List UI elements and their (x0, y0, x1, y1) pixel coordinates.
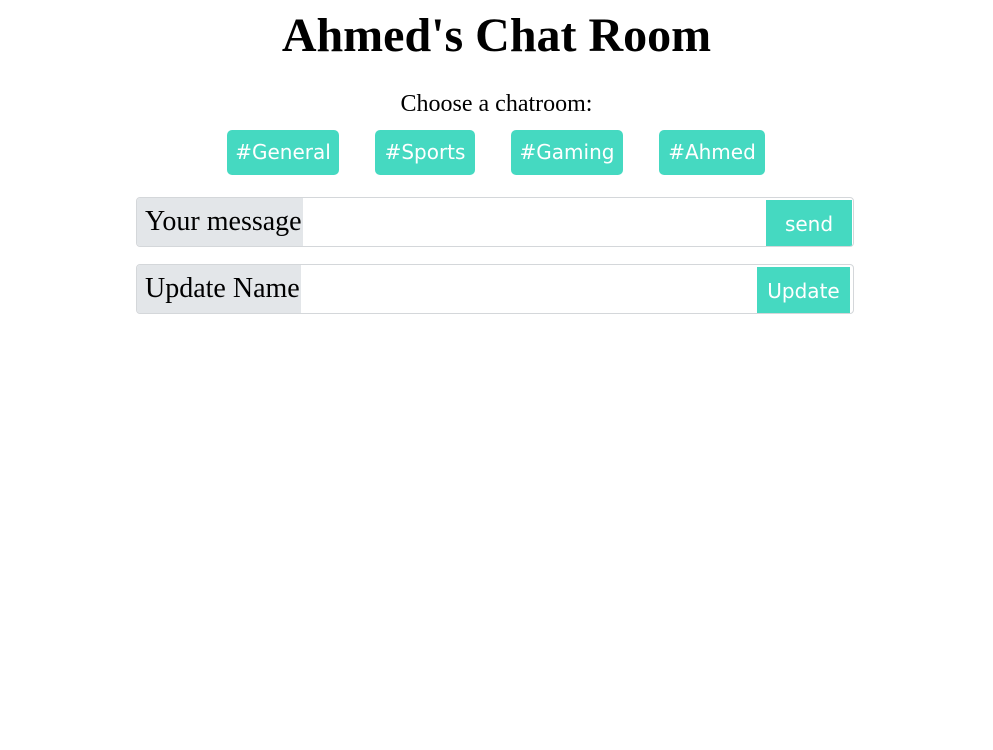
room-button-ahmed[interactable]: #Ahmed (659, 130, 765, 175)
room-button-sports[interactable]: #Sports (375, 130, 475, 175)
choose-chatroom-label: Choose a chatroom: (400, 91, 593, 117)
room-button-general[interactable]: #General (227, 130, 339, 175)
update-name-form: Update Name Update (136, 264, 854, 314)
update-name-label: Update Name (137, 265, 301, 313)
send-button[interactable]: send (766, 200, 852, 246)
update-name-input[interactable] (301, 265, 757, 313)
message-form: Your message send (136, 197, 854, 247)
page-title: Ahmed's Chat Room (281, 9, 712, 62)
message-label: Your message (137, 198, 303, 246)
room-button-gaming[interactable]: #Gaming (511, 130, 623, 175)
message-input[interactable] (303, 198, 766, 246)
update-name-button[interactable]: Update (757, 267, 850, 313)
